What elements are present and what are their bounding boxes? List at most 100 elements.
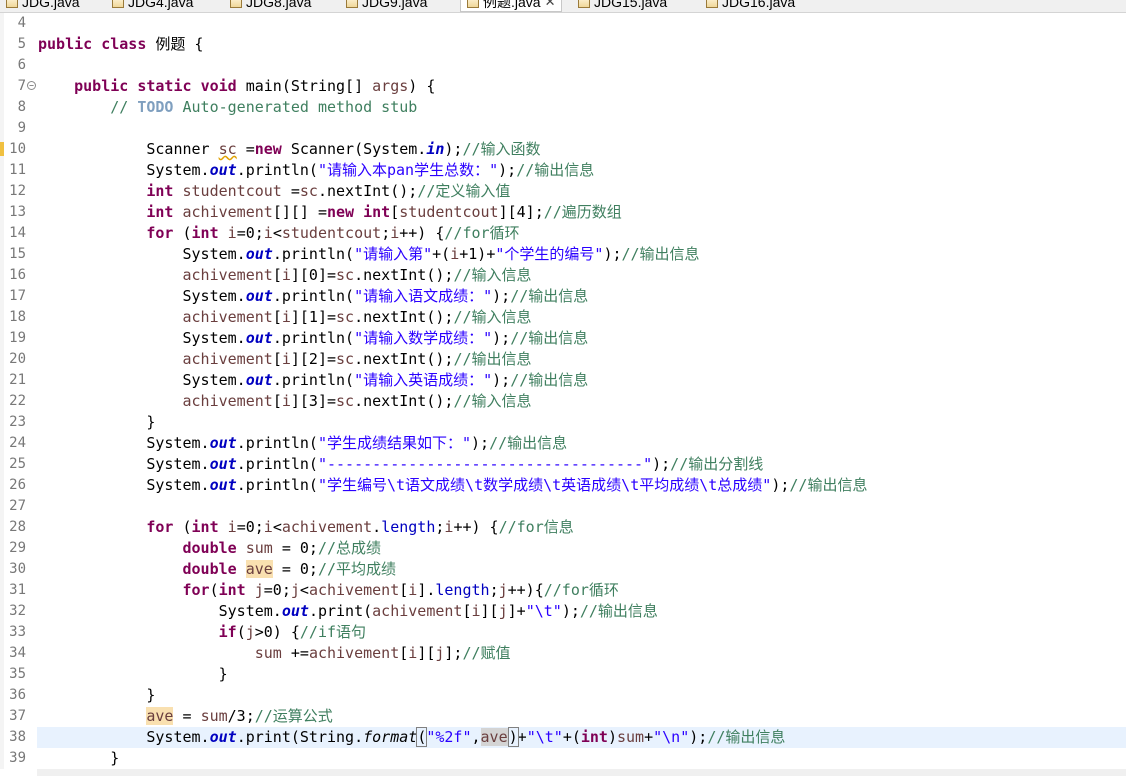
- fold-toggle-icon[interactable]: −: [27, 81, 36, 90]
- code-line-31: 31 for(int j=0;j<achivement[i].length;j+…: [0, 580, 1126, 601]
- editor-tab-bar: JDG.java JDG4.java JDG8.java JDG9.java 例…: [0, 0, 1126, 13]
- tab-label: JDG.java: [22, 0, 80, 10]
- code-line-38: 38 System.out.print(String.format("%2f",…: [0, 727, 1126, 748]
- code-text: // TODO Auto-generated method stub: [110, 98, 418, 116]
- code-line-35: 35 }: [0, 664, 1126, 685]
- line-number: 21: [9, 372, 26, 388]
- code-line-28: 28 for (int i=0;i<achivement.length;i++)…: [0, 517, 1126, 538]
- line-number: 25: [9, 456, 26, 472]
- line-number: 24: [9, 435, 26, 451]
- code-line-12: 12 int studentcout =sc.nextInt();//定义输入值: [0, 181, 1126, 202]
- code-text: achivement[i][2]=sc.nextInt();//输出信息: [182, 350, 532, 368]
- tab-jdg9[interactable]: JDG9.java: [346, 0, 427, 11]
- code-text: System.out.println("请输入英语成绩：");//输出信息: [38, 371, 589, 389]
- line-number: 37: [9, 708, 26, 724]
- code-line-26: 26 System.out.println("学生编号\t语文成绩\t数学成绩\…: [0, 475, 1126, 496]
- line-number: 28: [9, 519, 26, 535]
- code-line-10: 10 Scanner sc =new Scanner(System.in);//…: [0, 139, 1126, 160]
- code-text: }: [38, 749, 120, 767]
- tab-jdg8[interactable]: JDG8.java: [230, 0, 311, 11]
- java-file-icon: [230, 0, 242, 8]
- line-number: 6: [17, 57, 26, 73]
- line-number: 7: [17, 78, 26, 94]
- code-line-33: 33 if(j>0) {//if语句: [0, 622, 1126, 643]
- code-text: achivement[i][1]=sc.nextInt();//输入信息: [182, 308, 532, 326]
- code-line-34: 34 sum +=achivement[i][j];//赋值: [0, 643, 1126, 664]
- line-number: 32: [9, 603, 26, 619]
- code-text: }: [38, 413, 156, 431]
- tab-jdg[interactable]: JDG.java: [6, 0, 80, 11]
- line-number: 8: [17, 99, 26, 115]
- tab-label: JDG8.java: [246, 0, 312, 10]
- line-number: 20: [9, 351, 26, 367]
- line-number: 22: [9, 393, 26, 409]
- tab-label: JDG4.java: [128, 0, 194, 10]
- line-number: 12: [9, 183, 26, 199]
- code-text: System.out.println("请输入语文成绩：");//输出信息: [38, 287, 589, 305]
- line-number: 15: [9, 246, 26, 262]
- line-number: 17: [9, 288, 26, 304]
- code-line-24: 24 System.out.println("学生成绩结果如下：");//输出信…: [0, 433, 1126, 454]
- code-line-6: 6: [0, 55, 1126, 76]
- line-number: 38: [9, 729, 26, 745]
- horizontal-scrollbar[interactable]: [37, 769, 1126, 776]
- line-number: 18: [9, 309, 26, 325]
- code-line-19: 19 System.out.println("请输入数学成绩：");//输出信息: [0, 328, 1126, 349]
- line-number: 26: [9, 477, 26, 493]
- code-line-25: 25 System.out.println("-----------------…: [0, 454, 1126, 475]
- line-number: 29: [9, 540, 26, 556]
- line-number: 31: [9, 582, 26, 598]
- tab-jdg4[interactable]: JDG4.java: [112, 0, 193, 11]
- line-number: 34: [9, 645, 26, 661]
- line-number: 35: [9, 666, 26, 682]
- close-icon[interactable]: ✕: [545, 0, 556, 10]
- line-number: 9: [17, 120, 26, 136]
- line-number: 13: [9, 204, 26, 220]
- java-file-icon: [346, 0, 358, 8]
- code-line-5: 5 public class 例题 {: [0, 34, 1126, 55]
- code-text: int achivement[][] =new int[studentcout]…: [146, 203, 622, 221]
- code-line-37: 37 ave = sum/3;//运算公式: [0, 706, 1126, 727]
- line-number: 16: [9, 267, 26, 283]
- code-line-14: 14 for (int i=0;i<studentcout;i++) {//fo…: [0, 223, 1126, 244]
- code-line-20: 20 achivement[i][2]=sc.nextInt();//输出信息: [0, 349, 1126, 370]
- line-number: 5: [17, 36, 26, 52]
- java-file-icon: [706, 0, 718, 8]
- tab-jdg16[interactable]: JDG16.java: [706, 0, 795, 11]
- code-text: System.out.print(String.format("%2f",ave…: [38, 727, 786, 747]
- line-number: 39: [9, 750, 26, 766]
- java-file-icon: [6, 0, 18, 8]
- line-number: 33: [9, 624, 26, 640]
- code-line-32: 32 System.out.print(achivement[i][j]+"\t…: [0, 601, 1126, 622]
- code-text: System.out.println("请输入本pan学生总数：");//输出信…: [38, 161, 595, 179]
- line-number: 30: [9, 561, 26, 577]
- code-text: int studentcout =sc.nextInt();//定义输入值: [146, 182, 511, 200]
- code-line-4: 4: [0, 13, 1126, 34]
- code-text: Scanner sc =new Scanner(System.in);//输入函…: [38, 140, 541, 158]
- code-text: if(j>0) {//if语句: [218, 623, 367, 641]
- code-text: public static void main(String[] args) {: [74, 77, 436, 95]
- line-number: 14: [9, 225, 26, 241]
- tab-jdg15[interactable]: JDG15.java: [578, 0, 667, 11]
- code-text: achivement[i][3]=sc.nextInt();//输入信息: [182, 392, 532, 410]
- tab-label: JDG9.java: [362, 0, 428, 10]
- code-text: ave = sum/3;//运算公式: [146, 707, 333, 725]
- code-text: public class 例题 {: [38, 35, 204, 53]
- code-line-23: 23 }: [0, 412, 1126, 433]
- code-text: for (int i=0;i<achivement.length;i++) {/…: [146, 518, 574, 536]
- code-text: }: [38, 686, 156, 704]
- java-file-icon: [467, 0, 479, 8]
- tab-label: JDG16.java: [722, 0, 796, 10]
- code-line-7: 7− public static void main(String[] args…: [0, 76, 1126, 97]
- code-line-30: 30 double ave = 0;//平均成绩: [0, 559, 1126, 580]
- code-text: System.out.println("学生编号\t语文成绩\t数学成绩\t英语…: [38, 476, 868, 494]
- code-text: double sum = 0;//总成绩: [182, 539, 382, 557]
- code-line-16: 16 achivement[i][0]=sc.nextInt();//输入信息: [0, 265, 1126, 286]
- code-text: System.out.println("--------------------…: [38, 455, 764, 473]
- code-text: System.out.print(achivement[i][j]+"\t");…: [38, 602, 658, 620]
- tab-liti[interactable]: 例题.java ✕: [460, 0, 563, 12]
- code-line-18: 18 achivement[i][1]=sc.nextInt();//输入信息: [0, 307, 1126, 328]
- code-line-22: 22 achivement[i][3]=sc.nextInt();//输入信息: [0, 391, 1126, 412]
- code-line-39: 39 }: [0, 748, 1126, 769]
- code-line-36: 36 }: [0, 685, 1126, 706]
